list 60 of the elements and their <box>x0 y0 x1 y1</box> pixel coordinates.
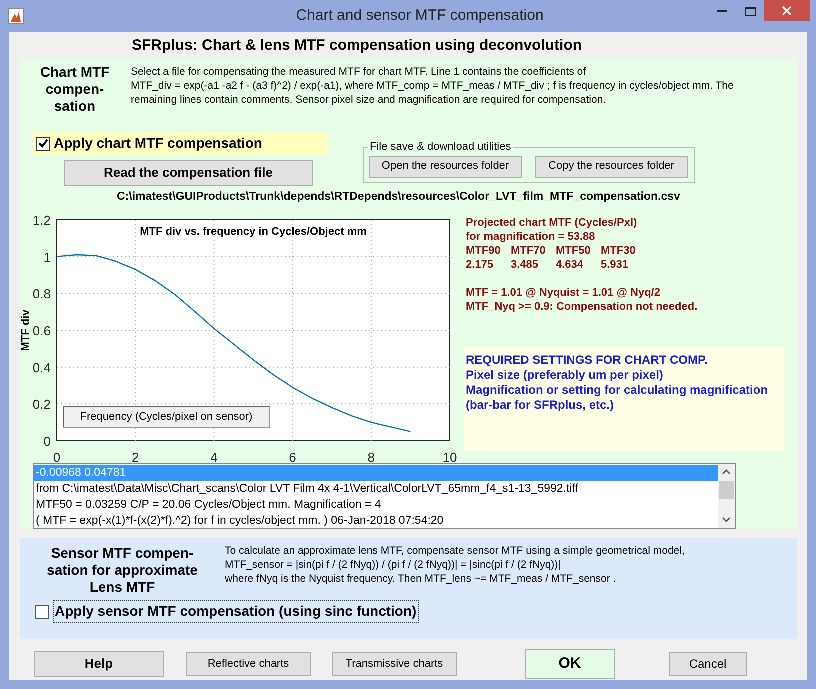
list-item[interactable]: MTF50 = 0.03259 C/P = 20.06 Cycles/Object mm. Magnification = 4 <box>34 497 718 513</box>
scroll-up-icon <box>722 469 731 475</box>
metric-value: 2.175 <box>466 258 495 272</box>
axis-title: MTF div <box>20 310 32 352</box>
chart-title: MTF div vs. frequency in Cycles/Object mm <box>140 226 367 238</box>
checkbox[interactable] <box>35 604 49 618</box>
tick-label: 4 <box>210 450 218 463</box>
dialog-button[interactable]: Help <box>34 651 164 677</box>
metric-name: MTF90 <box>466 244 502 258</box>
metric-value: 4.634 <box>556 258 585 272</box>
window-title: Chart and sensor MTF compensation <box>295 6 545 26</box>
tick-label: 8 <box>368 450 376 463</box>
result-text: for magnification = 53.88 <box>466 230 596 244</box>
tick-label: 0 <box>44 434 51 449</box>
tick-label: 0 <box>53 450 61 463</box>
file-path: C:\imatest\GUIProducts\Trunk\depends\RTDepends\resources\Color_LVT_film_MTF_compensation.csv <box>116 190 682 205</box>
dialog-heading: SFRplus: Chart & lens MTF compensation using deconvolution <box>131 36 584 56</box>
tick-label: 1 <box>44 250 51 265</box>
dialog-button[interactable]: Reflective charts <box>186 652 311 676</box>
dialog-button[interactable]: Cancel <box>669 652 747 676</box>
settings-note: REQUIRED SETTINGS FOR CHART COMP. Pixel size (preferably um per pixel) Magnification or setting for calculating magnification (bar-bar for SFRplus, etc.) <box>464 347 784 451</box>
tick-label: 0.2 <box>32 397 51 412</box>
dialog-button[interactable]: Transmissive charts <box>332 652 457 676</box>
read-file-button[interactable]: Read the compensation file <box>64 160 313 186</box>
description-text: To calculate an approximate lens MTF, compensate sensor MTF using a simple geometrical model, MTF_sensor = |sin(pi f / (2 fNyq)) / (pi f / (2 fNyq))| = |sinc(pi f / (2 fNyq))| where fNyq is the Nyquist frequency. Then MTF_lens ~= MTF_meas / MTF_sensor . <box>225 544 685 587</box>
metric-value: 5.931 <box>601 258 630 272</box>
close-button[interactable] <box>764 0 810 21</box>
folder-button[interactable]: Copy the resources folder <box>535 156 688 178</box>
result-text: MTF = 1.01 @ Nyquist = 1.01 @ Nyq/2 <box>466 286 662 300</box>
app-icon <box>8 8 24 24</box>
dialog-button[interactable]: OK <box>525 649 615 679</box>
tick-label: 0.4 <box>32 360 51 376</box>
metric-value: 3.485 <box>511 258 540 272</box>
tick-label: 6 <box>289 450 296 463</box>
scroll-thumb[interactable] <box>719 481 734 499</box>
tick-label: 0.8 <box>32 286 51 302</box>
scrollbar[interactable] <box>718 464 735 528</box>
checkbox-label[interactable]: Apply sensor MTF compensation (using sinc function) <box>53 600 419 623</box>
list-item[interactable]: ( MTF = exp(-x(1)*f-(x(2)*f).^2) for f in cycles/object mm. ) 06-Jan-2018 07:54:20 <box>34 513 718 529</box>
section-title: Sensor MTF compen- sation for approximate Lens MTF <box>46 544 199 596</box>
tick-label: 2 <box>132 450 140 463</box>
minimize-icon <box>717 10 727 12</box>
close-icon <box>782 6 792 16</box>
folder-button[interactable]: Open the resources folder <box>369 156 522 178</box>
axis-title: Frequency (Cycles/pixel on sensor) <box>63 406 270 428</box>
description-text: Select a file for compensating the measured MTF for chart MTF. Line 1 contains the coefficients of MTF_div = exp(-a1 -a2 f - (a3 f)^2) / exp(-a1), where MTF_comp = MTF_meas / MTF_div ; f is frequency in cycles/object mm. The remaining lines contain comments. Sensor pixel size and magnification are required for compensation. <box>130 65 734 108</box>
maximize-icon <box>744 6 756 16</box>
tick-label: 10 <box>442 450 458 463</box>
metric-name: MTF30 <box>601 244 637 258</box>
metric-name: MTF70 <box>511 244 547 258</box>
section-title: Chart MTF compen- sation <box>39 63 111 116</box>
metric-name: MTF50 <box>556 244 592 258</box>
tick-label: 1.2 <box>32 213 51 228</box>
checkbox[interactable] <box>36 136 50 150</box>
result-text: Projected chart MTF (Cycles/Pxl) <box>466 216 638 230</box>
tick-label: 0.6 <box>32 324 51 338</box>
checkbox-label[interactable]: Apply chart MTF compensation <box>54 133 262 154</box>
result-text: MTF_Nyq >= 0.9: Compensation not needed. <box>466 300 699 314</box>
scroll-down-icon <box>722 517 731 523</box>
list-item[interactable]: from C:\imatest\Data\Misc\Chart_scans\Color LVT Film 4x 4-1\Vertical\ColorLVT_65mm_f4_s1-13_5992.tiff <box>34 481 718 497</box>
